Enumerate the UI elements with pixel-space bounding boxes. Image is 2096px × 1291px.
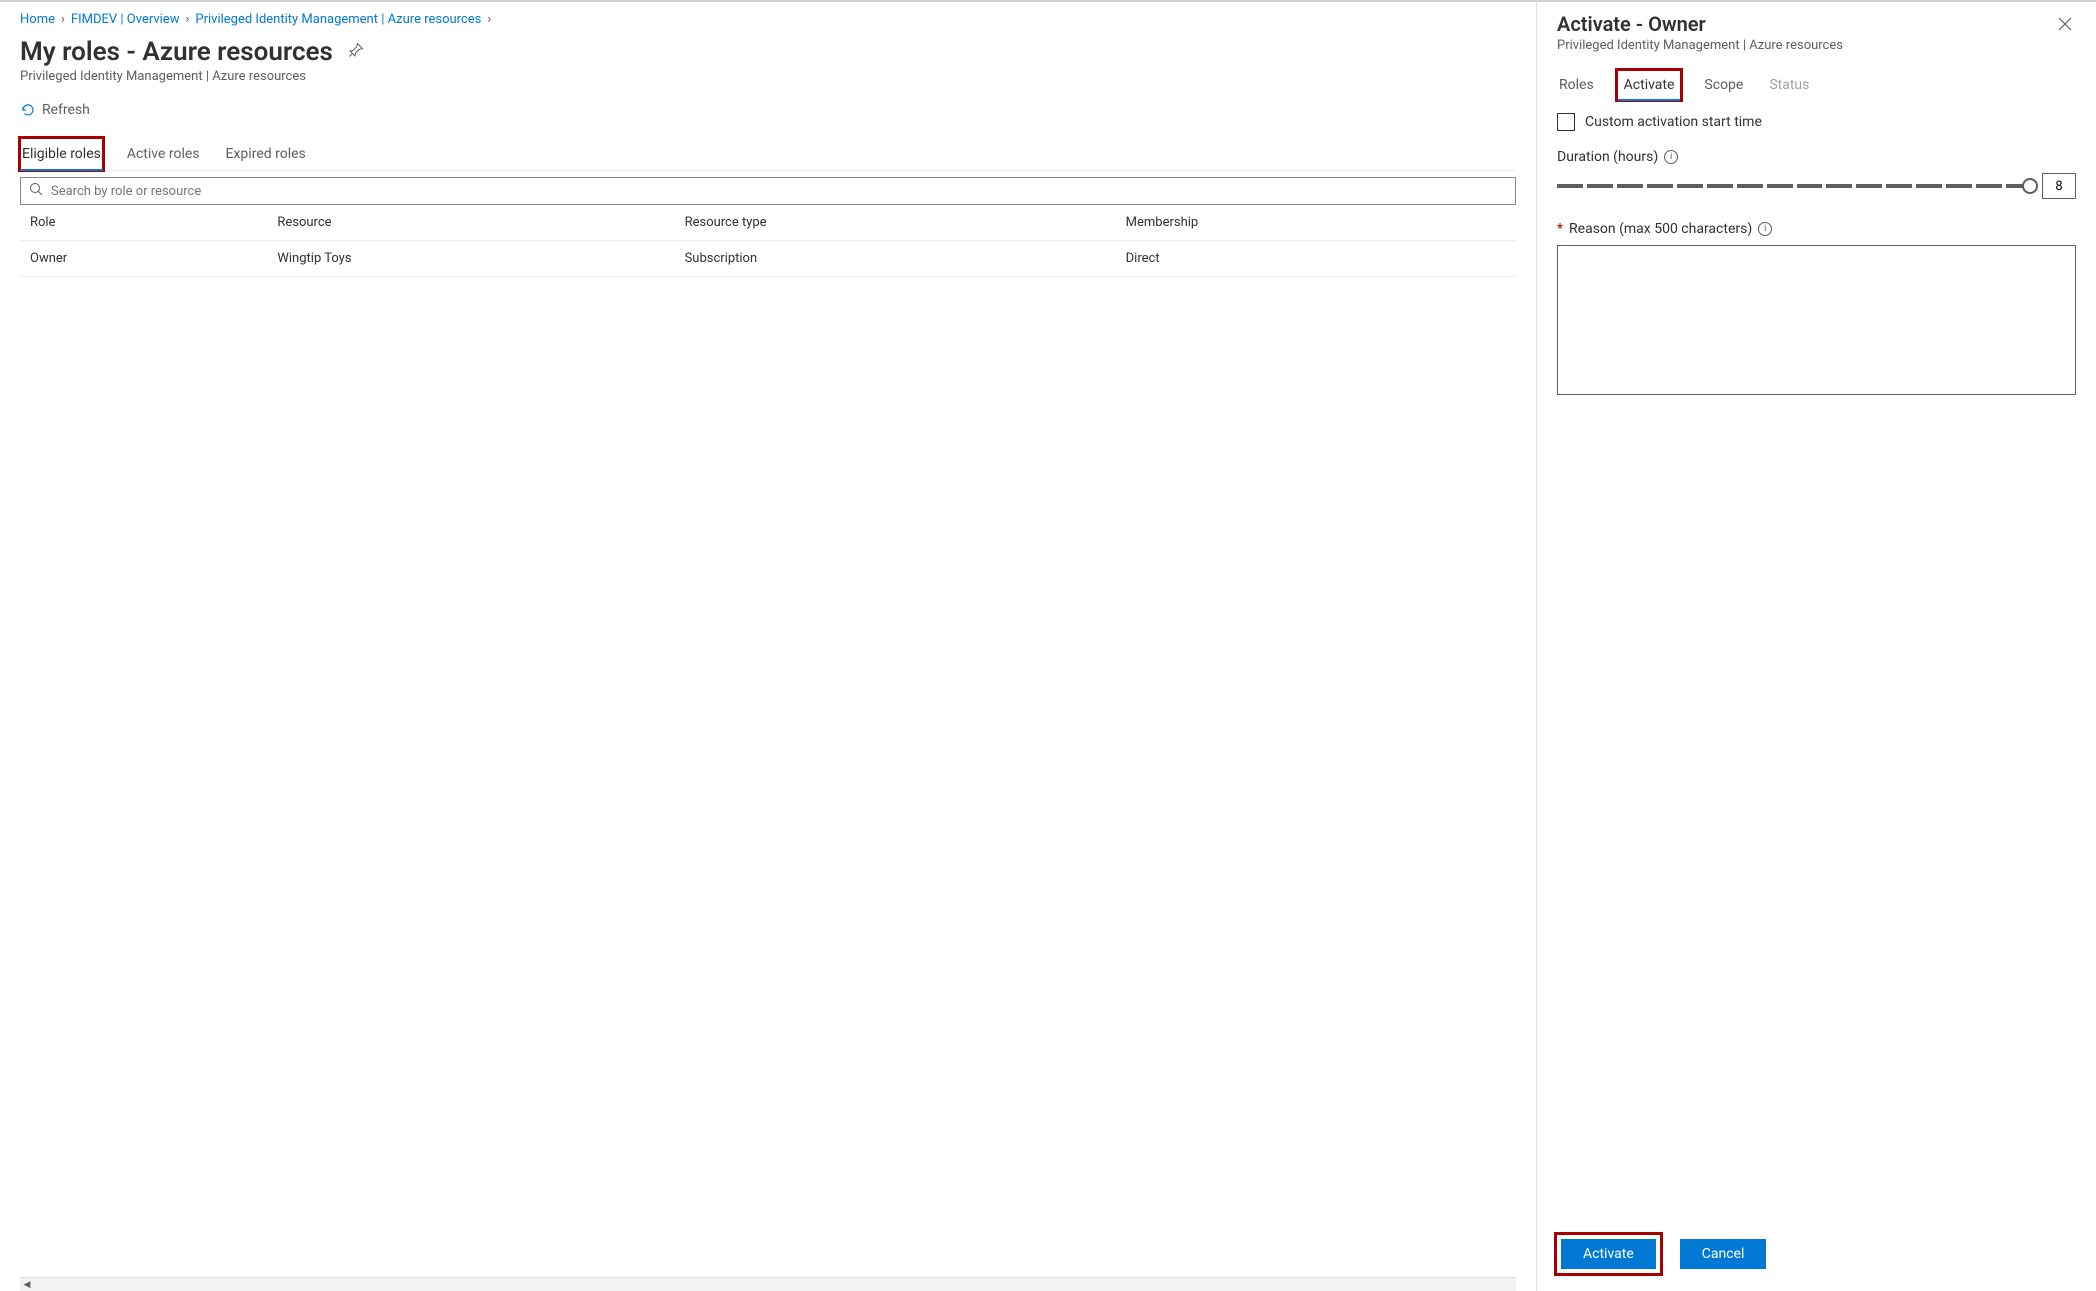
cell-resource-type: Subscription bbox=[675, 241, 1116, 277]
slider-thumb[interactable] bbox=[2022, 178, 2038, 194]
duration-value-input[interactable] bbox=[2042, 173, 2076, 199]
panel-subtitle: Privileged Identity Management | Azure r… bbox=[1557, 38, 1843, 53]
refresh-button[interactable]: Refresh bbox=[20, 102, 1516, 118]
required-icon: * bbox=[1557, 221, 1563, 237]
activate-button[interactable]: Activate bbox=[1561, 1239, 1656, 1269]
page-subtitle: Privileged Identity Management | Azure r… bbox=[20, 69, 1516, 84]
refresh-icon bbox=[20, 102, 36, 118]
main-content: Home › FIMDEV | Overview › Privileged Id… bbox=[0, 0, 1536, 1291]
table-row[interactable]: Owner Wingtip Toys Subscription Direct bbox=[20, 241, 1516, 277]
breadcrumb-fimdev[interactable]: FIMDEV | Overview bbox=[71, 12, 180, 27]
tab-active-roles[interactable]: Active roles bbox=[125, 138, 202, 170]
custom-start-checkbox[interactable] bbox=[1557, 113, 1575, 131]
col-membership[interactable]: Membership bbox=[1116, 205, 1516, 241]
reason-label-row: * Reason (max 500 characters) i bbox=[1557, 221, 2076, 237]
custom-start-label: Custom activation start time bbox=[1585, 114, 1762, 130]
duration-label: Duration (hours) bbox=[1557, 149, 1658, 165]
breadcrumb: Home › FIMDEV | Overview › Privileged Id… bbox=[20, 12, 1516, 27]
col-resource[interactable]: Resource bbox=[267, 205, 674, 241]
cell-role: Owner bbox=[20, 241, 267, 277]
pin-icon[interactable] bbox=[348, 42, 364, 62]
chevron-right-icon: › bbox=[61, 12, 65, 27]
panel-title: Activate - Owner bbox=[1557, 12, 1843, 36]
chevron-right-icon: › bbox=[185, 12, 189, 27]
chevron-right-icon: › bbox=[487, 12, 491, 27]
breadcrumb-pim[interactable]: Privileged Identity Management | Azure r… bbox=[195, 12, 481, 27]
reason-label: Reason (max 500 characters) bbox=[1569, 221, 1752, 237]
info-icon[interactable]: i bbox=[1664, 150, 1678, 164]
custom-start-row: Custom activation start time bbox=[1557, 113, 2076, 131]
horizontal-scrollbar[interactable]: ◀ bbox=[20, 1277, 1516, 1291]
scroll-left-icon[interactable]: ◀ bbox=[20, 1278, 34, 1291]
cancel-button[interactable]: Cancel bbox=[1680, 1239, 1767, 1269]
activate-panel: Activate - Owner Privileged Identity Man… bbox=[1536, 0, 2096, 1291]
search-box[interactable] bbox=[20, 177, 1516, 205]
tab-eligible-roles[interactable]: Eligible roles bbox=[20, 138, 103, 170]
reason-textarea[interactable] bbox=[1557, 245, 2076, 395]
panel-tab-roles[interactable]: Roles bbox=[1557, 71, 1596, 99]
panel-tab-status: Status bbox=[1767, 71, 1811, 99]
tab-expired-roles[interactable]: Expired roles bbox=[224, 138, 308, 170]
duration-slider-row bbox=[1557, 173, 2076, 199]
panel-tabs: Roles Activate Scope Status bbox=[1557, 71, 2076, 99]
page-title: My roles - Azure resources bbox=[20, 37, 333, 67]
duration-slider[interactable] bbox=[1557, 184, 2032, 188]
role-tabs: Eligible roles Active roles Expired role… bbox=[20, 138, 1516, 171]
breadcrumb-home[interactable]: Home bbox=[20, 12, 55, 27]
panel-footer: Activate Cancel bbox=[1557, 1219, 2076, 1291]
cell-membership: Direct bbox=[1116, 241, 1516, 277]
info-icon[interactable]: i bbox=[1758, 222, 1772, 236]
col-role[interactable]: Role bbox=[20, 205, 267, 241]
refresh-label: Refresh bbox=[42, 102, 90, 118]
close-icon[interactable] bbox=[2054, 12, 2076, 39]
col-resource-type[interactable]: Resource type bbox=[675, 205, 1116, 241]
activate-button-highlight: Activate bbox=[1557, 1235, 1660, 1273]
panel-tab-scope[interactable]: Scope bbox=[1702, 71, 1745, 99]
duration-label-row: Duration (hours) i bbox=[1557, 149, 2076, 165]
search-input[interactable] bbox=[51, 184, 1507, 199]
panel-tab-activate[interactable]: Activate bbox=[1618, 71, 1681, 99]
title-row: My roles - Azure resources bbox=[20, 37, 1516, 67]
search-icon bbox=[29, 182, 43, 200]
roles-table: Role Resource Resource type Membership O… bbox=[20, 205, 1516, 277]
cell-resource: Wingtip Toys bbox=[267, 241, 674, 277]
